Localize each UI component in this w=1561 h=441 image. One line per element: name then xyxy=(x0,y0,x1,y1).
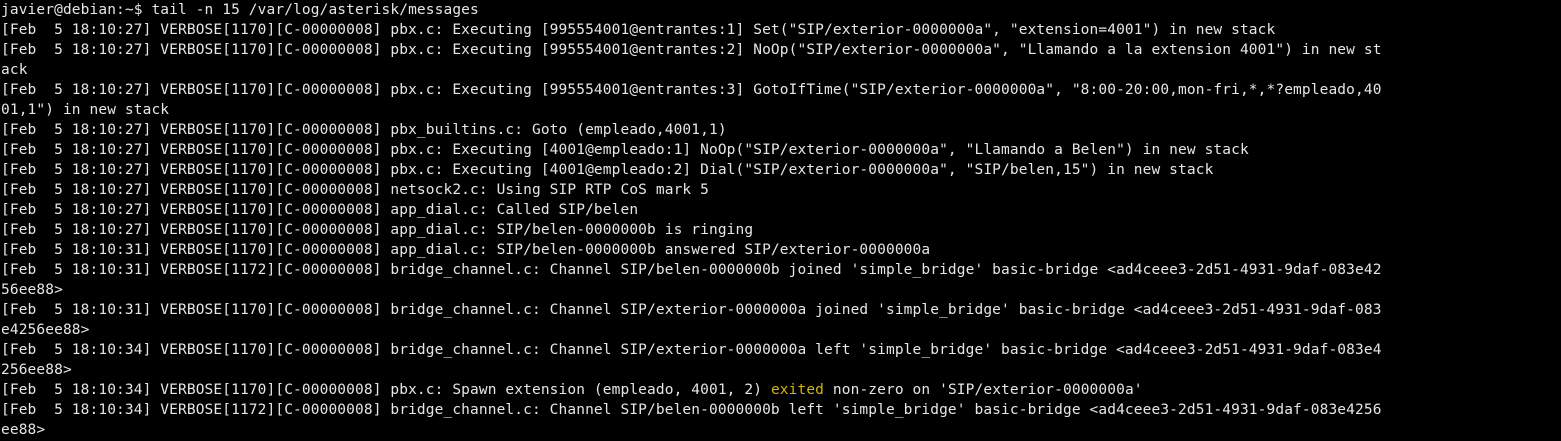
log-line: [Feb 5 18:10:27] VERBOSE[1170][C-0000000… xyxy=(1,142,1249,158)
log-line: [Feb 5 18:10:27] VERBOSE[1170][C-0000000… xyxy=(1,22,1276,38)
log-line-wrap: ack xyxy=(1,62,28,78)
log-line: [Feb 5 18:10:34] VERBOSE[1172][C-0000000… xyxy=(1,402,1382,418)
log-line-wrap: 256ee88> xyxy=(1,362,72,378)
log-line: [Feb 5 18:10:27] VERBOSE[1170][C-0000000… xyxy=(1,122,727,138)
log-line-spawn: [Feb 5 18:10:34] VERBOSE[1170][C-0000000… xyxy=(1,380,1561,400)
spawn-text-before: [Feb 5 18:10:34] VERBOSE[1170][C-0000000… xyxy=(1,382,771,398)
exited-highlight: exited xyxy=(770,382,825,398)
log-line: [Feb 5 18:10:27] VERBOSE[1170][C-0000000… xyxy=(1,182,709,198)
log-line: [Feb 5 18:10:31] VERBOSE[1170][C-0000000… xyxy=(1,242,931,258)
log-line: [Feb 5 18:10:27] VERBOSE[1170][C-0000000… xyxy=(1,202,639,218)
log-line: [Feb 5 18:10:31] VERBOSE[1170][C-0000000… xyxy=(1,302,1382,318)
command-prompt-line: javier@debian:~$ tail -n 15 /var/log/ast… xyxy=(1,2,479,18)
log-line-wrap: 01,1") in new stack xyxy=(1,102,170,118)
terminal-window[interactable]: javier@debian:~$ tail -n 15 /var/log/ast… xyxy=(0,0,1561,441)
log-line: [Feb 5 18:10:27] VERBOSE[1170][C-0000000… xyxy=(1,162,1214,178)
log-line-wrap: ee88> xyxy=(1,420,1561,440)
log-line: [Feb 5 18:10:27] VERBOSE[1170][C-0000000… xyxy=(1,42,1382,58)
log-line-wrap: 56ee88> xyxy=(1,282,63,298)
log-line: [Feb 5 18:10:31] VERBOSE[1172][C-0000000… xyxy=(1,262,1382,278)
log-line-wrap-text: ee88> xyxy=(1,422,46,438)
log-line: [Feb 5 18:10:34] VERBOSE[1170][C-0000000… xyxy=(1,342,1382,358)
log-line: [Feb 5 18:10:27] VERBOSE[1170][C-0000000… xyxy=(1,82,1382,98)
spawn-text-after: non-zero on 'SIP/exterior-0000000a' xyxy=(824,382,1143,398)
log-line: [Feb 5 18:10:27] VERBOSE[1170][C-0000000… xyxy=(1,222,754,238)
log-line-wrap: e4256ee88> xyxy=(1,322,90,338)
